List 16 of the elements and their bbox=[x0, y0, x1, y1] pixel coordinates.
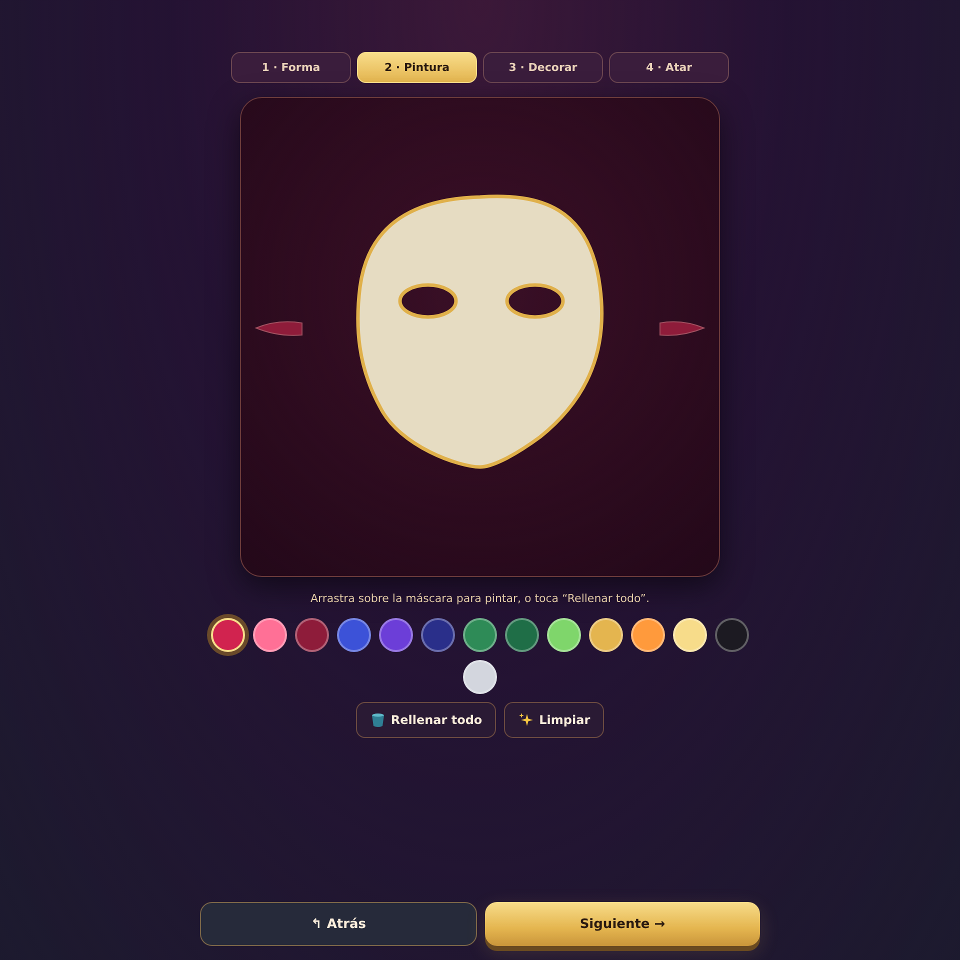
back-icon: ↰ bbox=[310, 916, 322, 932]
sparkles-icon bbox=[518, 712, 534, 728]
step-tab[interactable]: 2 · Pintura bbox=[357, 52, 477, 83]
fill-all-button[interactable]: Rellenar todo bbox=[356, 702, 496, 738]
step-tab[interactable]: 4 · Atar bbox=[609, 52, 729, 83]
step-tab[interactable]: 1 · Forma bbox=[231, 52, 351, 83]
back-button[interactable]: ↰ Atrás bbox=[200, 902, 477, 946]
clear-button[interactable]: Limpiar bbox=[504, 702, 604, 738]
step-tab[interactable]: 3 · Decorar bbox=[483, 52, 603, 83]
hint-text: Arrastra sobre la máscara para pintar, o toca “Rellenar todo”. bbox=[310, 592, 650, 606]
mask-canvas[interactable] bbox=[240, 97, 720, 577]
bucket-icon bbox=[370, 712, 386, 728]
next-button[interactable]: Siguiente → bbox=[485, 902, 760, 946]
ribbon-icon bbox=[256, 321, 302, 336]
mask-drawing[interactable] bbox=[356, 194, 604, 469]
ribbon-icon bbox=[660, 321, 704, 336]
